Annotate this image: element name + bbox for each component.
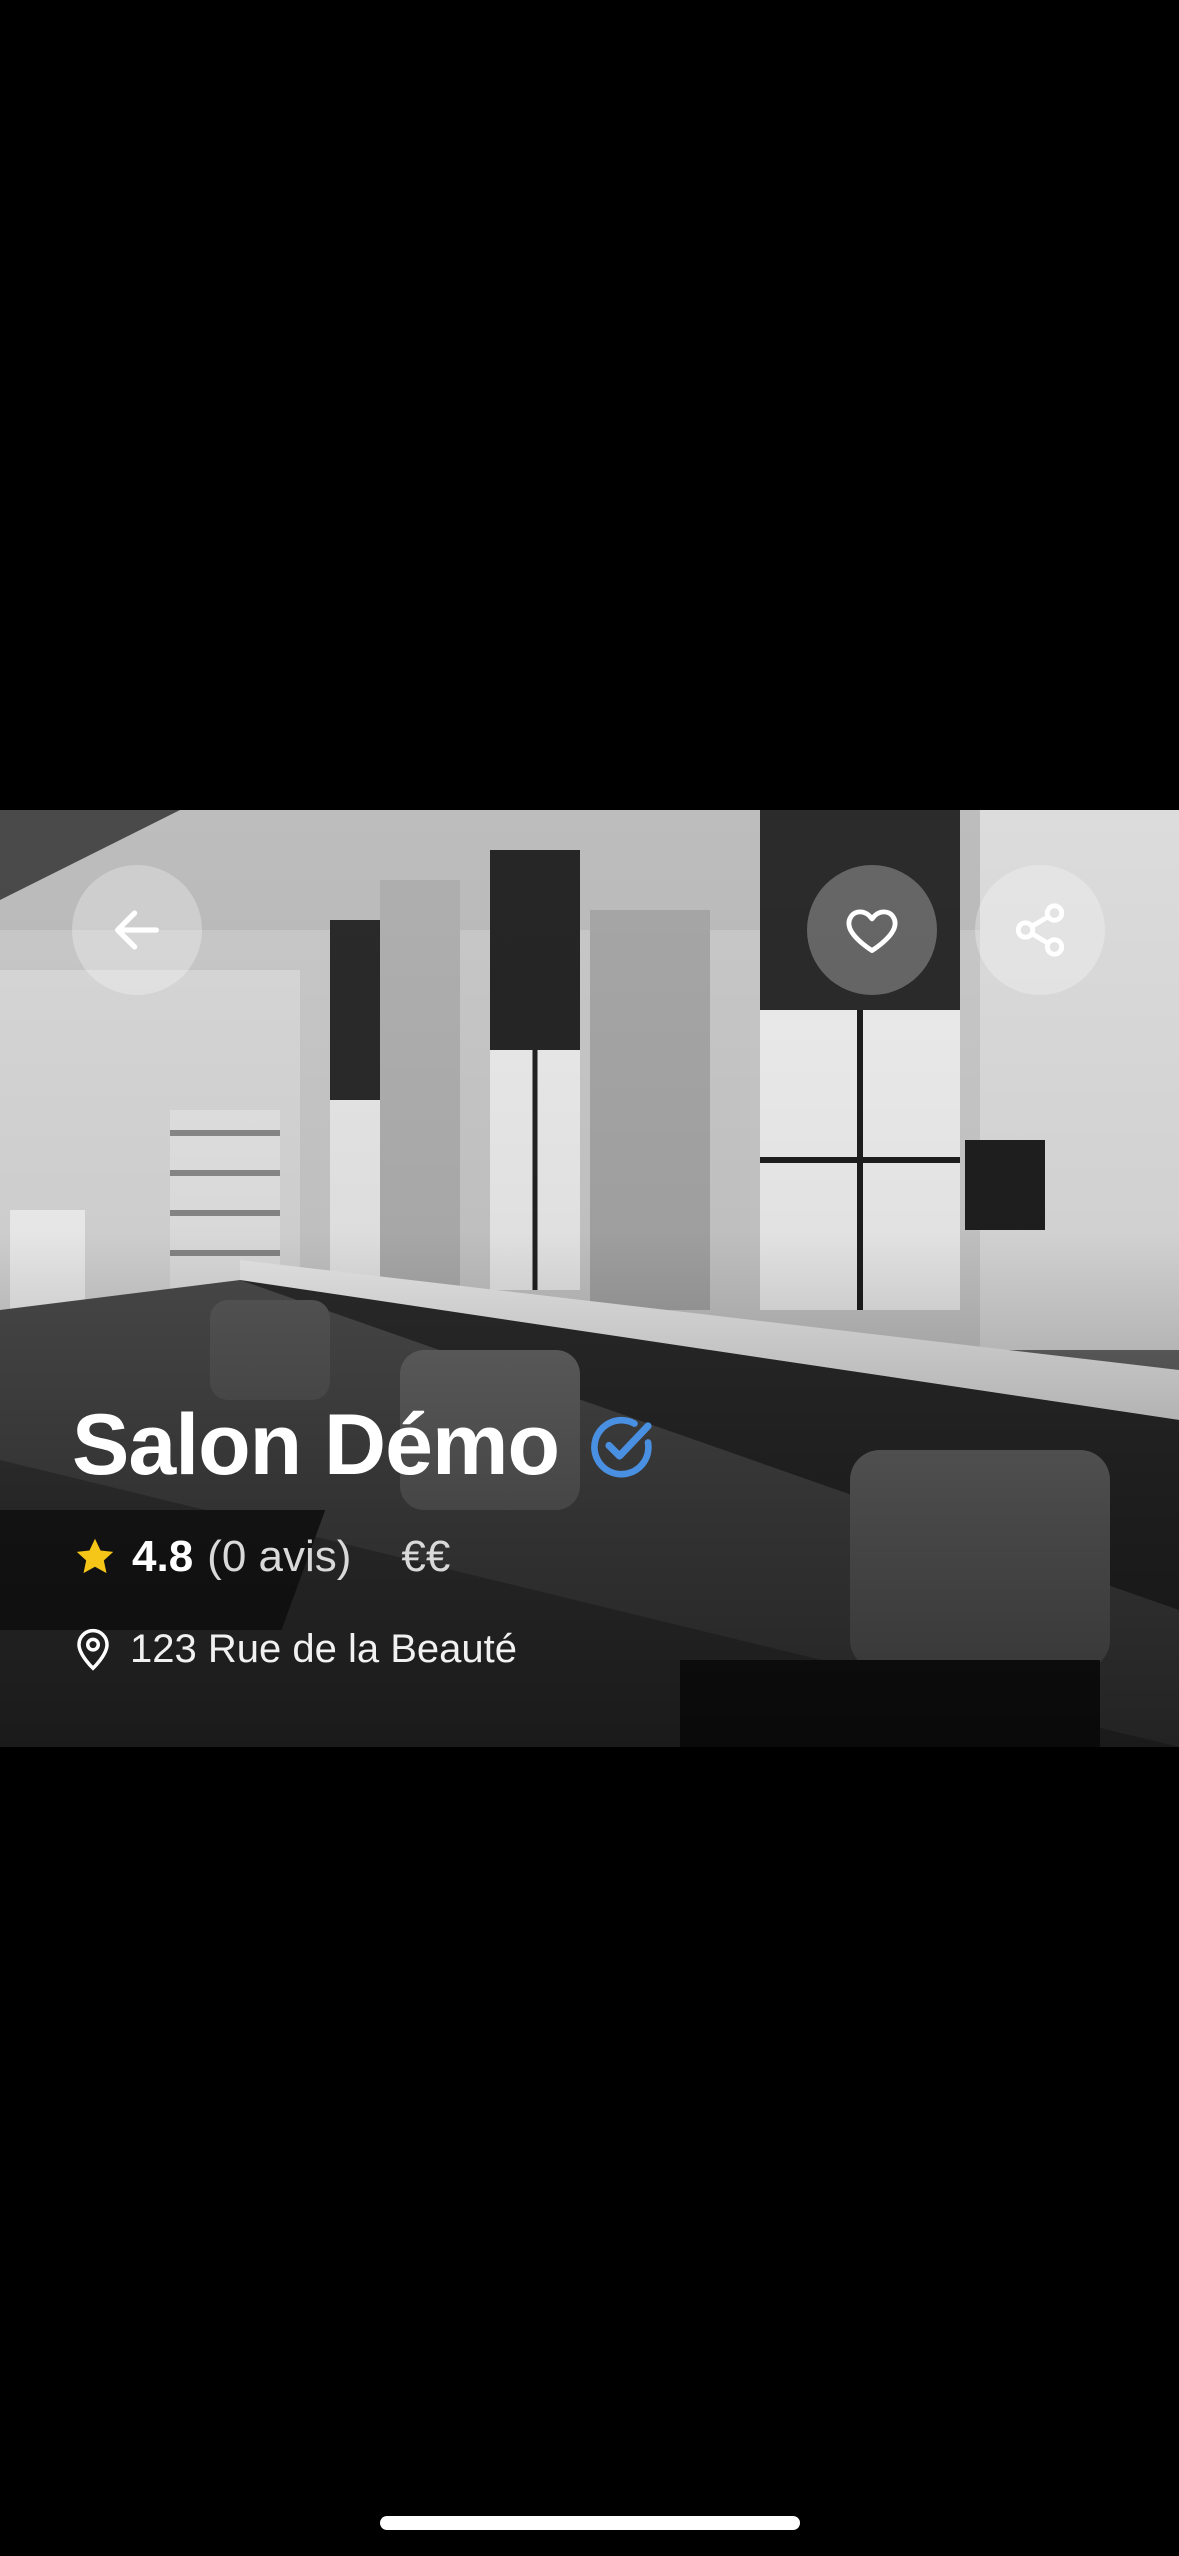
rating-value: 4.8 bbox=[132, 1532, 194, 1581]
title-row: Salon Démo bbox=[72, 1390, 1112, 1500]
favorite-button[interactable] bbox=[807, 865, 937, 995]
back-button[interactable] bbox=[72, 865, 202, 995]
location-pin-icon bbox=[77, 1628, 109, 1671]
arrow-left-icon bbox=[115, 910, 159, 950]
share-button[interactable] bbox=[975, 865, 1105, 995]
star-icon bbox=[76, 1538, 114, 1574]
home-indicator[interactable] bbox=[380, 2516, 800, 2530]
price-level: €€ bbox=[401, 1532, 451, 1581]
review-count: (0 avis) bbox=[207, 1532, 352, 1581]
verified-check-icon bbox=[591, 1416, 652, 1478]
share-icon bbox=[1015, 903, 1065, 957]
salon-name: Salon Démo bbox=[72, 1396, 560, 1493]
heart-icon bbox=[846, 909, 898, 953]
rating-row[interactable]: 4.8 (0 avis) €€ bbox=[72, 1522, 1112, 1592]
address-row[interactable]: 123 Rue de la Beauté bbox=[72, 1614, 1112, 1684]
salon-address: 123 Rue de la Beauté bbox=[130, 1626, 517, 1671]
salon-info: Salon Démo 4.8 (0 avis) €€ 123 Rue de la… bbox=[72, 1390, 1112, 1684]
